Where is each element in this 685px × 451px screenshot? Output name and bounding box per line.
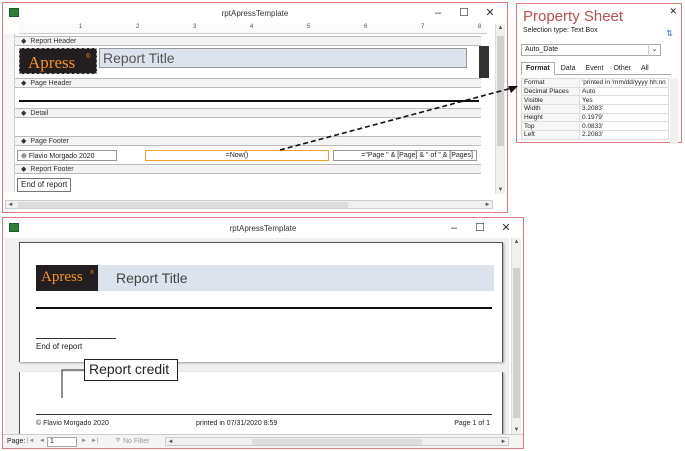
callout-pointer-icon: [61, 369, 84, 398]
